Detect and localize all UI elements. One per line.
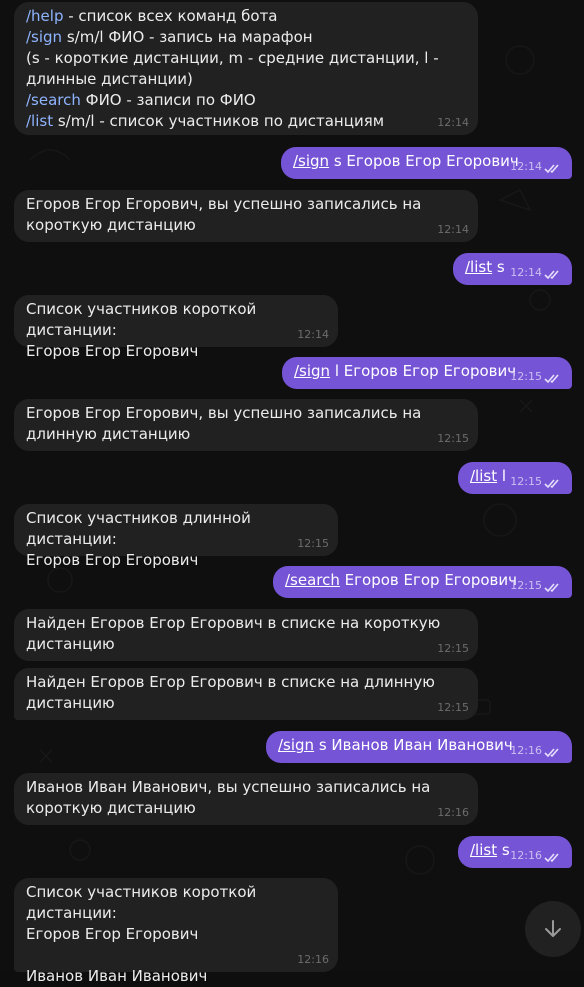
message-time: 12:15: [437, 701, 469, 714]
message-incoming[interactable]: Найден Егоров Егор Егорович в списке на …: [14, 609, 478, 661]
text-fragment: s: [497, 841, 510, 859]
message-outgoing[interactable]: /list s 12:16: [458, 836, 572, 868]
command-link[interactable]: /sign: [293, 152, 329, 170]
double-check-icon: [544, 853, 559, 863]
double-check-icon: [544, 748, 559, 758]
message-time: 12:14: [437, 223, 469, 236]
text-fragment: l: [497, 467, 507, 485]
text-fragment: ФИО - записи по ФИО: [85, 91, 256, 109]
message-text: Найден Егоров Егор Егорович в списке на …: [26, 614, 446, 653]
scroll-down-button[interactable]: [525, 901, 581, 957]
command-link[interactable]: /list: [470, 467, 497, 485]
message-outgoing[interactable]: /sign l Егоров Егор Егорович 12:15: [282, 357, 572, 389]
message-time: 12:15: [510, 579, 542, 592]
message-outgoing[interactable]: /sign s Егоров Егор Егорович 12:14: [281, 147, 572, 179]
message-outgoing[interactable]: /list s 12:14: [453, 253, 572, 285]
message-incoming[interactable]: Иванов Иван Иванович, вы успешно записал…: [14, 773, 478, 825]
message-incoming[interactable]: Егоров Егор Егорович, вы успешно записал…: [14, 190, 478, 242]
text-fragment: l Егоров Егор Егорович: [330, 362, 517, 380]
message-text: Список участников длинной дистанции: Его…: [26, 509, 251, 569]
message-text: Егоров Егор Егорович, вы успешно записал…: [26, 404, 427, 443]
message-time: 12:15: [297, 537, 329, 550]
command-link[interactable]: /list: [26, 112, 53, 130]
double-check-icon: [544, 583, 559, 593]
command-link[interactable]: /search: [285, 571, 340, 589]
message-incoming[interactable]: Егоров Егор Егорович, вы успешно записал…: [14, 399, 478, 451]
message-time: 12:15: [510, 475, 542, 488]
message-text: Найден Егоров Егор Егорович в списке на …: [26, 673, 440, 712]
message-time: 12:16: [437, 806, 469, 819]
message-outgoing[interactable]: /list l 12:15: [458, 462, 572, 494]
text-fragment: s Иванов Иван Иванович: [314, 736, 513, 754]
message-time: 12:14: [510, 266, 542, 279]
command-link[interactable]: /list: [465, 258, 492, 276]
message-time: 12:16: [510, 744, 542, 757]
text-fragment: Егоров Егор Егорович: [339, 571, 518, 589]
command-link[interactable]: /list: [470, 841, 497, 859]
text-fragment: s: [492, 258, 505, 276]
text-fragment: - список всех команд бота: [68, 7, 278, 25]
text-fragment: s Егоров Егор Егорович: [329, 152, 519, 170]
message-outgoing[interactable]: /sign s Иванов Иван Иванович 12:16: [266, 731, 572, 763]
text-fragment: s/m/l - список участников по дистанциям: [53, 112, 385, 130]
message-time: 12:14: [510, 160, 542, 173]
message-time: 12:14: [297, 328, 329, 341]
command-link[interactable]: /help: [26, 7, 63, 25]
message-incoming[interactable]: Список участников короткой дистанции: Ег…: [14, 295, 338, 360]
message-text: Список участников короткой дистанции: Ег…: [26, 300, 257, 360]
message-outgoing[interactable]: /search Егоров Егор Егорович 12:15: [273, 566, 572, 598]
double-check-icon: [544, 270, 559, 280]
double-check-icon: [544, 164, 559, 174]
double-check-icon: [544, 479, 559, 489]
arrow-down-icon: [545, 920, 561, 937]
message-time: 12:15: [437, 432, 469, 445]
message-time: 12:15: [437, 642, 469, 655]
message-time: 12:15: [510, 370, 542, 383]
message-time: 12:16: [297, 953, 329, 966]
message-text: /help - список всех команд бота /sign s/…: [26, 6, 466, 132]
command-link[interactable]: /sign: [278, 736, 314, 754]
command-link[interactable]: /search: [26, 91, 81, 109]
message-time: 12:16: [510, 849, 542, 862]
message-text: Список участников короткой дистанции: Ег…: [26, 883, 257, 985]
message-incoming[interactable]: /help - список всех команд бота /sign s/…: [14, 2, 478, 135]
message-incoming[interactable]: Список участников короткой дистанции: Ег…: [14, 878, 338, 985]
command-link[interactable]: /sign: [26, 28, 62, 46]
message-incoming[interactable]: Список участников длинной дистанции: Его…: [14, 504, 338, 569]
message-text: Егоров Егор Егорович, вы успешно записал…: [26, 195, 427, 234]
double-check-icon: [544, 374, 559, 384]
message-text: Иванов Иван Иванович, вы успешно записал…: [26, 778, 436, 817]
message-time: 12:14: [437, 116, 469, 129]
message-incoming[interactable]: Найден Егоров Егор Егорович в списке на …: [14, 668, 478, 720]
command-link[interactable]: /sign: [294, 362, 330, 380]
text-fragment: s/m/l ФИО - запись на марафон (s - корот…: [26, 28, 439, 88]
